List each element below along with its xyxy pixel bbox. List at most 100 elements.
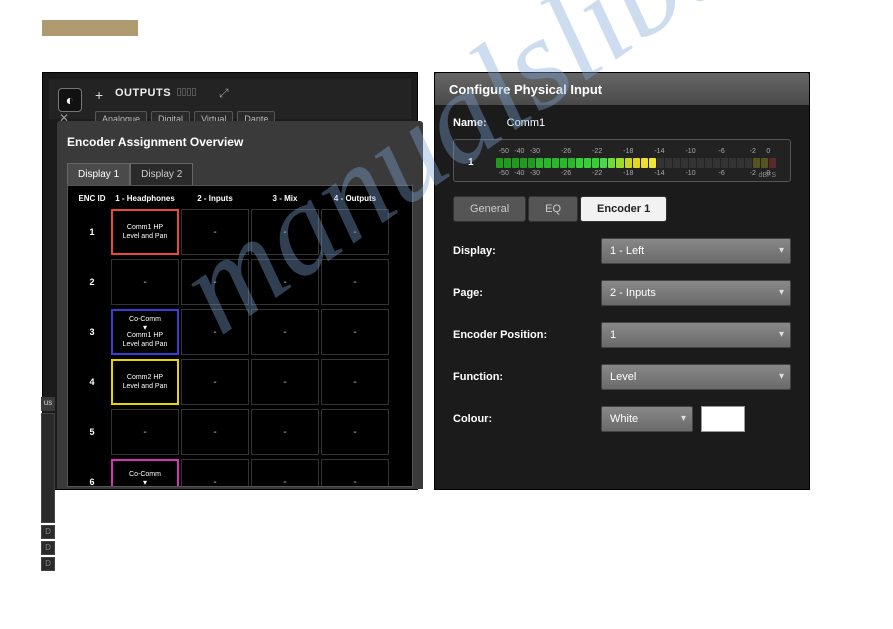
meter-led	[665, 158, 672, 168]
meter-led	[633, 158, 640, 168]
cell-line: Comm1 HP	[127, 224, 163, 231]
expand-icon[interactable]: ⤢	[219, 86, 229, 101]
scale-tick: -22	[589, 148, 605, 155]
row-header: 6	[74, 459, 110, 487]
encoder-cell[interactable]: Co-Comm▾Comm1 HPLevel and Pan	[111, 309, 179, 355]
encoder-cell[interactable]: -	[251, 409, 319, 455]
encoder-cell[interactable]: -	[181, 409, 249, 455]
overview-row: 4Comm2 HPLevel and Pan---	[74, 359, 406, 405]
scale-tick	[543, 170, 559, 177]
meter-led	[753, 158, 760, 168]
colour-swatch[interactable]	[701, 406, 745, 432]
display-label: Display:	[453, 245, 601, 257]
right-panel-title: Configure Physical Input	[449, 82, 602, 97]
encoder-cell[interactable]: -	[251, 359, 319, 405]
scale-tick	[574, 170, 590, 177]
sidebar-item-d1[interactable]: D	[41, 525, 55, 539]
function-label: Function:	[453, 371, 601, 383]
scale-tick: -30	[527, 170, 543, 177]
theme-toggle-button[interactable]: ◐	[58, 88, 82, 112]
encoder-cell[interactable]: -	[321, 209, 389, 255]
meter-led	[512, 158, 519, 168]
scale-tick: -6	[714, 170, 730, 177]
encoder-cell[interactable]: -	[251, 459, 319, 487]
overview-title: Encoder Assignment Overview	[67, 135, 413, 149]
encoder-cell[interactable]: -	[251, 259, 319, 305]
level-meter: -50-40-30-26-22-18-14-10-6-20 1 -50-40-3…	[453, 139, 791, 182]
scale-tick: -22	[589, 170, 605, 177]
encoder-cell[interactable]: -	[321, 359, 389, 405]
meter-led	[649, 158, 656, 168]
top-accent-bar	[42, 20, 138, 36]
sidebar-item-d3[interactable]: D	[41, 557, 55, 571]
meter-led	[584, 158, 591, 168]
encoder-cell[interactable]: -	[181, 459, 249, 487]
arrow-down-icon: ▾	[143, 323, 147, 332]
meter-led	[745, 158, 752, 168]
encoder-cell[interactable]: -	[181, 209, 249, 255]
scale-tick	[729, 148, 745, 155]
encoder-cell[interactable]: -	[251, 309, 319, 355]
encoder-cell[interactable]: -	[111, 259, 179, 305]
cell-line: Level and Pan	[123, 341, 168, 348]
meter-led	[592, 158, 599, 168]
scale-tick: -6	[714, 148, 730, 155]
encoder-cell[interactable]: -	[181, 359, 249, 405]
tab-encoder-1[interactable]: Encoder 1	[580, 196, 667, 222]
overview-tabs: Display 1 Display 2	[67, 163, 413, 185]
row-encoder-position: Encoder Position: 1	[453, 322, 791, 348]
colour-select[interactable]: White	[601, 406, 693, 432]
encoder-cell[interactable]: -	[321, 259, 389, 305]
header-col-1: 1 - Headphones	[110, 194, 180, 203]
encoder-cell[interactable]: -	[181, 259, 249, 305]
encoder-cell[interactable]: Comm1 HPLevel and Pan	[111, 209, 179, 255]
page-select[interactable]: 2 - Inputs	[601, 280, 791, 306]
sidebar-item-us[interactable]: us	[41, 397, 55, 411]
overview-row: 1Comm1 HPLevel and Pan---	[74, 209, 406, 255]
meter-led	[568, 158, 575, 168]
meter-row: 1	[468, 157, 776, 168]
encoder-cell[interactable]: -	[181, 309, 249, 355]
scale-tick: -50	[496, 170, 512, 177]
scale-tick: -30	[527, 148, 543, 155]
overview-row: 2----	[74, 259, 406, 305]
cell-line: Level and Pan	[123, 383, 168, 390]
scale-tick	[698, 148, 714, 155]
tab-eq[interactable]: EQ	[528, 196, 578, 222]
dbfs-label: dBFS	[758, 172, 776, 179]
encoder-cell[interactable]: Co-Comm▾Comm2 HP	[111, 459, 179, 487]
cell-line: Co-Comm	[129, 316, 161, 323]
header-col-4: 4 - Outputs	[320, 194, 390, 203]
scale-tick: -50	[496, 148, 512, 155]
function-select[interactable]: Level	[601, 364, 791, 390]
sidebar-sliver: us D D D	[41, 397, 55, 573]
tab-display-1[interactable]: Display 1	[67, 163, 130, 185]
encoder-overview-panel: Encoder Assignment Overview Display 1 Di…	[57, 121, 423, 489]
display-select[interactable]: 1 - Left	[601, 238, 791, 264]
overview-rows: 1Comm1 HPLevel and Pan---2----3Co-Comm▾C…	[74, 209, 406, 487]
meter-led	[544, 158, 551, 168]
scale-tick: -18	[621, 170, 637, 177]
meter-led	[673, 158, 680, 168]
tab-general[interactable]: General	[453, 196, 526, 222]
encoder-cell[interactable]: -	[321, 409, 389, 455]
overview-row: 3Co-Comm▾Comm1 HPLevel and Pan---	[74, 309, 406, 355]
scale-tick	[605, 170, 621, 177]
add-output-button[interactable]: +	[95, 87, 103, 103]
encoder-cell[interactable]: -	[321, 459, 389, 487]
cell-line: Co-Comm	[129, 471, 161, 478]
scale-tick: -10	[683, 148, 699, 155]
encoder-cell[interactable]: -	[111, 409, 179, 455]
tab-display-2[interactable]: Display 2	[130, 163, 193, 185]
meter-scale-top: -50-40-30-26-22-18-14-10-6-20	[496, 148, 776, 155]
row-header: 1	[74, 209, 110, 255]
overview-grid-header: ENC ID 1 - Headphones 2 - Inputs 3 - Mix…	[74, 194, 406, 203]
row-header: 3	[74, 309, 110, 355]
scale-tick: -18	[621, 148, 637, 155]
encoder-position-select[interactable]: 1	[601, 322, 791, 348]
sidebar-item-d2[interactable]: D	[41, 541, 55, 555]
encoder-cell[interactable]: -	[321, 309, 389, 355]
encoder-cell[interactable]: -	[251, 209, 319, 255]
scale-tick: 0	[761, 148, 777, 155]
encoder-cell[interactable]: Comm2 HPLevel and Pan	[111, 359, 179, 405]
